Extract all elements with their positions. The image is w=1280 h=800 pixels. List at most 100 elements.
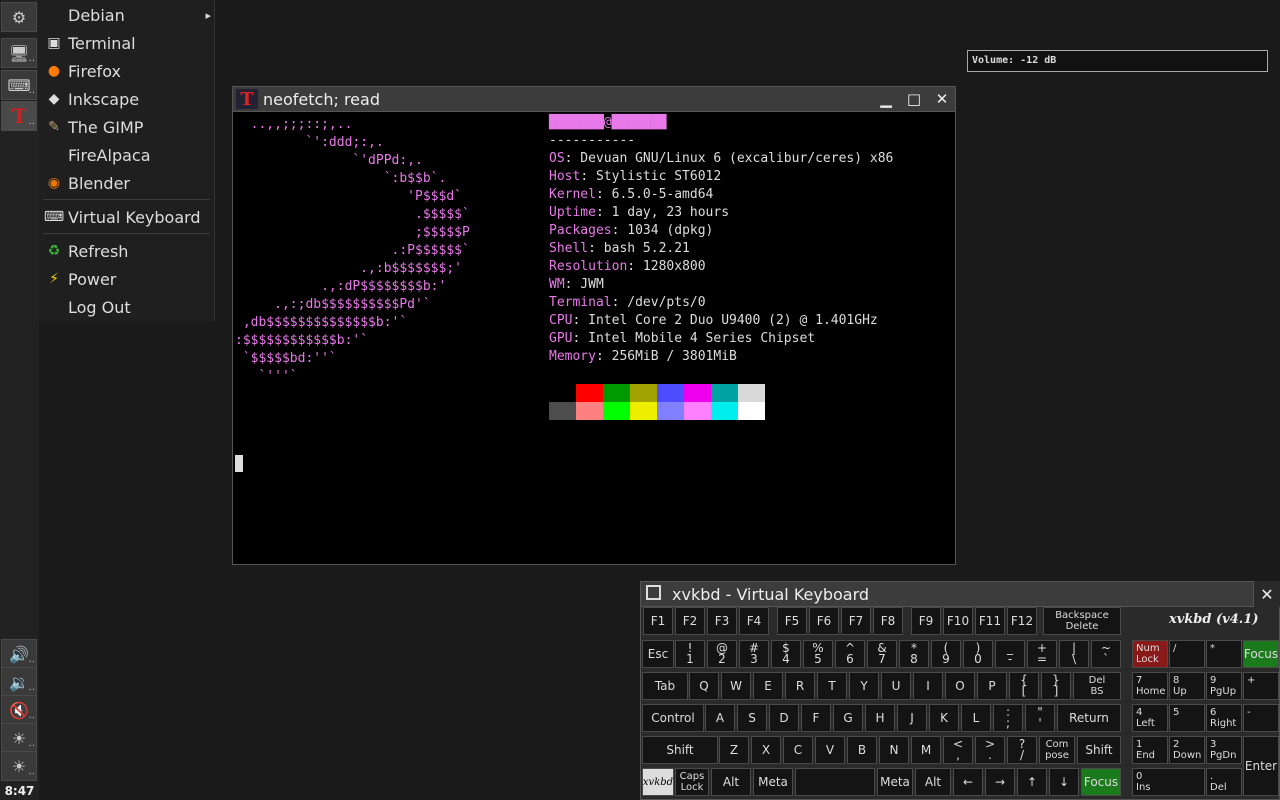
- key-x[interactable]: X: [751, 736, 781, 764]
- key-meta[interactable]: Meta: [753, 768, 793, 796]
- virtual-keyboard-window[interactable]: xvkbd - Virtual Keyboard ✕ xvkbd (v4.1) …: [640, 581, 1280, 800]
- key--[interactable]: >.: [975, 736, 1005, 764]
- key-focus[interactable]: Focus: [1081, 768, 1121, 796]
- key-f8[interactable]: F8: [873, 607, 903, 635]
- key-l[interactable]: L: [961, 704, 991, 732]
- key-4-left[interactable]: 4 Left: [1132, 704, 1168, 732]
- key-t[interactable]: T: [817, 672, 847, 700]
- key---[interactable]: _ -: [995, 640, 1025, 668]
- key-tab[interactable]: Tab: [642, 672, 688, 700]
- key-j[interactable]: J: [897, 704, 927, 732]
- key-u[interactable]: U: [881, 672, 911, 700]
- key-f10[interactable]: F10: [943, 607, 973, 635]
- key-f11[interactable]: F11: [975, 607, 1005, 635]
- key--9[interactable]: (9: [931, 640, 961, 668]
- key-w[interactable]: W: [721, 672, 751, 700]
- maximize-icon[interactable]: □: [902, 89, 926, 109]
- key-del-bs[interactable]: Del BS: [1073, 672, 1121, 700]
- key-r[interactable]: R: [785, 672, 815, 700]
- key--2[interactable]: @2: [707, 640, 737, 668]
- key-f4[interactable]: F4: [739, 607, 769, 635]
- menu-item-logout[interactable]: Log Out: [39, 293, 214, 321]
- key-y[interactable]: Y: [849, 672, 879, 700]
- key-b[interactable]: B: [847, 736, 877, 764]
- key-i[interactable]: I: [913, 672, 943, 700]
- key-a[interactable]: A: [705, 704, 735, 732]
- key--[interactable]: " ': [1025, 704, 1055, 732]
- taskbar-terminal-button[interactable]: T..: [1, 101, 37, 131]
- key--[interactable]: <,: [943, 736, 973, 764]
- key-f2[interactable]: F2: [675, 607, 705, 635]
- key-q[interactable]: Q: [689, 672, 719, 700]
- menu-item-firealpaca[interactable]: FireAlpaca: [39, 141, 214, 169]
- key-h[interactable]: H: [865, 704, 895, 732]
- key-space[interactable]: ↓: [1049, 768, 1079, 796]
- key-space[interactable]: *: [1206, 640, 1242, 668]
- key-meta[interactable]: Meta: [877, 768, 913, 796]
- settings-gear-icon[interactable]: ⚙: [1, 2, 37, 32]
- key-caps-lock[interactable]: Caps Lock: [675, 768, 709, 796]
- key-alt[interactable]: Alt: [711, 768, 751, 796]
- menu-item-gimp[interactable]: ✎ The GIMP: [39, 113, 214, 141]
- key-space[interactable]: +: [1243, 672, 1279, 700]
- menu-item-terminal[interactable]: ▣ Terminal: [39, 29, 214, 57]
- menu-item-virtual-keyboard[interactable]: ⌨ Virtual Keyboard: [39, 203, 214, 231]
- minimize-icon[interactable]: ▁: [874, 89, 898, 109]
- key-n[interactable]: N: [879, 736, 909, 764]
- key-space[interactable]: [795, 768, 875, 796]
- terminal-title-bar[interactable]: T neofetch; read ▁ □ ✕: [233, 87, 955, 112]
- key-8-up[interactable]: 8 Up: [1169, 672, 1205, 700]
- key--[interactable]: :;: [993, 704, 1023, 732]
- key-s[interactable]: S: [737, 704, 767, 732]
- key-7-home[interactable]: 7 Home: [1132, 672, 1168, 700]
- key-6-right[interactable]: 6 Right: [1206, 704, 1242, 732]
- brightness-up-button[interactable]: ☀..: [1, 723, 37, 753]
- key-c[interactable]: C: [783, 736, 813, 764]
- key-f7[interactable]: F7: [841, 607, 871, 635]
- menu-item-firefox[interactable]: ● Firefox: [39, 57, 214, 85]
- key--4[interactable]: $4: [771, 640, 801, 668]
- key-shift[interactable]: Shift: [642, 736, 718, 764]
- key--[interactable]: ? /: [1007, 736, 1037, 764]
- key-m[interactable]: M: [911, 736, 941, 764]
- key-shift[interactable]: Shift: [1077, 736, 1121, 764]
- key--3[interactable]: #3: [739, 640, 769, 668]
- menu-item-debian[interactable]: Debian ▸: [39, 1, 214, 29]
- key-3-pgdn[interactable]: 3 PgDn: [1206, 736, 1242, 764]
- key-com-pose[interactable]: Com pose: [1039, 736, 1075, 764]
- key-1-end[interactable]: 1 End: [1132, 736, 1168, 764]
- key-f[interactable]: F: [801, 704, 831, 732]
- menu-item-power[interactable]: ⚡ Power: [39, 265, 214, 293]
- key--0[interactable]: ) 0: [963, 640, 993, 668]
- key--7[interactable]: & 7: [867, 640, 897, 668]
- key-f9[interactable]: F9: [911, 607, 941, 635]
- key-p[interactable]: P: [977, 672, 1007, 700]
- key-e[interactable]: E: [753, 672, 783, 700]
- key-v[interactable]: V: [815, 736, 845, 764]
- key-o[interactable]: O: [945, 672, 975, 700]
- key--[interactable]: | \: [1059, 640, 1089, 668]
- key-space[interactable]: ←: [953, 768, 983, 796]
- menu-item-refresh[interactable]: ♻ Refresh: [39, 237, 214, 265]
- brightness-down-button[interactable]: ☀..: [1, 751, 37, 781]
- key--[interactable]: }]: [1041, 672, 1071, 700]
- key-xvkbd[interactable]: xvkbd: [642, 768, 674, 796]
- key-space[interactable]: /: [1169, 640, 1205, 668]
- key--1[interactable]: ! 1: [675, 640, 705, 668]
- taskbar-keyboard-button[interactable]: ⌨..: [1, 70, 37, 100]
- close-icon[interactable]: ✕: [930, 89, 954, 109]
- mute-button[interactable]: 🔇..: [1, 695, 37, 725]
- key-k[interactable]: K: [929, 704, 959, 732]
- terminal-output[interactable]: ..,,;;;::;,.. `':ddd;:,. `'dPPd:,. `:b$$…: [233, 112, 955, 564]
- key-control[interactable]: Control: [642, 704, 704, 732]
- key-z[interactable]: Z: [719, 736, 749, 764]
- keyboard-title-bar[interactable]: xvkbd - Virtual Keyboard: [641, 582, 1279, 607]
- key-0-ins[interactable]: 0 Ins: [1132, 768, 1205, 796]
- key-enter[interactable]: Enter: [1243, 736, 1279, 796]
- key--del[interactable]: . Del: [1206, 768, 1242, 796]
- key--8[interactable]: * 8: [899, 640, 929, 668]
- key-f5[interactable]: F5: [777, 607, 807, 635]
- key-focus[interactable]: Focus: [1243, 640, 1279, 668]
- key-f3[interactable]: F3: [707, 607, 737, 635]
- key-f1[interactable]: F1: [643, 607, 673, 635]
